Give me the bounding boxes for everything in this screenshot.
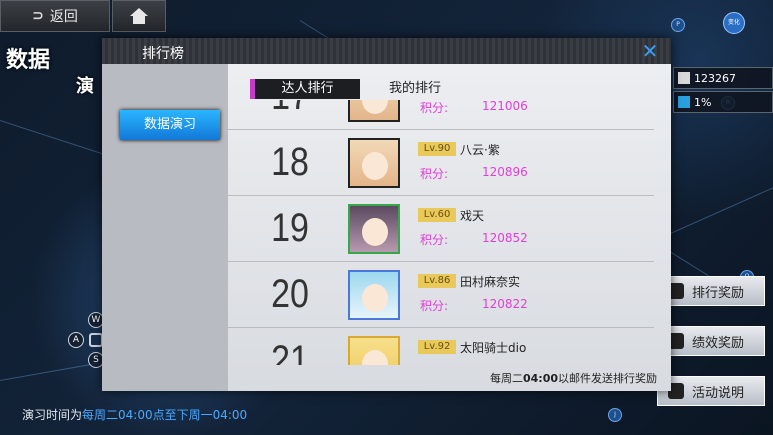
player-name: 田村麻奈实 bbox=[460, 275, 521, 289]
player-avatar bbox=[348, 336, 400, 365]
change-icon[interactable]: 变化 bbox=[723, 12, 745, 34]
player-avatar bbox=[348, 270, 400, 320]
rank-reward-button[interactable]: 排行奖励 bbox=[657, 276, 765, 306]
list-item[interactable]: 17 积分: 121006 bbox=[228, 100, 654, 130]
event-info-button[interactable]: 活动说明 bbox=[657, 376, 765, 406]
dpad-center-icon bbox=[89, 333, 103, 347]
level-badge: Lv.92 bbox=[418, 340, 456, 354]
category-tab-data-exercise[interactable]: 数据演习 bbox=[120, 110, 220, 140]
mode-title-line2: 演 bbox=[76, 76, 94, 97]
tab-expert-rank[interactable]: 达人排行 bbox=[250, 79, 360, 99]
score-value: 120822 bbox=[482, 297, 528, 311]
modal-header: 排行榜 ✕ bbox=[102, 38, 671, 64]
back-label: 返回 bbox=[49, 9, 78, 25]
map-node[interactable]: J bbox=[608, 408, 622, 422]
progress-icon bbox=[678, 96, 690, 108]
currency-icon bbox=[678, 72, 690, 84]
note-pre: 每周二 bbox=[489, 372, 523, 385]
tab-my-rank[interactable]: 我的排行 bbox=[360, 79, 470, 99]
home-icon bbox=[130, 8, 148, 24]
mode-title-line1: 数据 bbox=[6, 48, 51, 73]
mode-title: 数据 演 bbox=[0, 40, 100, 104]
rank-number: 17 bbox=[265, 100, 316, 119]
map-node[interactable]: P bbox=[671, 18, 685, 32]
exercise-time-info: 演习时间为每周二04:00点至下周一04:00 bbox=[22, 406, 247, 423]
stat-progress: 1% bbox=[673, 91, 773, 113]
button-label: 排行奖励 bbox=[692, 285, 745, 301]
reward-note: 每周二04:00以邮件发送排行奖励 bbox=[490, 370, 657, 386]
rank-number: 18 bbox=[271, 140, 309, 184]
player-name: 戏天 bbox=[460, 209, 485, 223]
rank-number: 21 bbox=[271, 338, 309, 365]
score-label: 积分: bbox=[420, 233, 449, 247]
player-name: 八云·紫 bbox=[460, 143, 500, 157]
button-label: 绩效奖励 bbox=[692, 335, 745, 351]
info-highlight: 每周二04:00点至下周一04:00 bbox=[82, 408, 248, 422]
leaderboard-panel: 达人排行 我的排行 17 积分: 121006 18 Lv.90 八云·紫 积分… bbox=[228, 64, 671, 391]
stat-currency: 123267 bbox=[673, 67, 773, 89]
performance-reward-button[interactable]: 绩效奖励 bbox=[657, 326, 765, 356]
note-time: 04:00 bbox=[522, 372, 558, 385]
score-value: 121006 bbox=[482, 100, 528, 113]
score-value: 120852 bbox=[482, 231, 528, 245]
list-item[interactable]: 18 Lv.90 八云·紫 积分: 120896 bbox=[228, 130, 654, 196]
rank-number: 20 bbox=[271, 272, 309, 316]
level-badge: Lv.90 bbox=[418, 142, 456, 156]
score-value: 120896 bbox=[482, 165, 528, 179]
list-item[interactable]: 20 Lv.86 田村麻奈实 积分: 120822 bbox=[228, 262, 654, 328]
score-label: 积分: bbox=[420, 299, 449, 313]
modal-title: 排行榜 bbox=[142, 46, 184, 62]
level-badge: Lv.60 bbox=[418, 208, 456, 222]
info-prefix: 演习时间为 bbox=[22, 408, 83, 422]
list-item[interactable]: 19 Lv.60 戏天 积分: 120852 bbox=[228, 196, 654, 262]
close-icon[interactable]: ✕ bbox=[637, 40, 663, 62]
score-label: 积分: bbox=[420, 101, 449, 115]
home-button[interactable] bbox=[112, 0, 166, 32]
score-label: 积分: bbox=[420, 167, 449, 181]
note-post: 以邮件发送排行奖励 bbox=[558, 372, 657, 385]
player-avatar bbox=[348, 100, 400, 122]
list-item[interactable]: 21 Lv.92 太阳骑士dio bbox=[228, 328, 654, 365]
dpad-left-key[interactable]: A bbox=[68, 332, 84, 348]
button-label: 活动说明 bbox=[692, 385, 745, 401]
level-badge: Lv.86 bbox=[418, 274, 456, 288]
back-arrow-icon: ⊃ bbox=[32, 8, 44, 24]
stat-value: 123267 bbox=[694, 71, 736, 85]
category-sidebar: 数据演习 bbox=[102, 64, 228, 391]
back-button[interactable]: ⊃ 返回 bbox=[0, 0, 110, 32]
leaderboard-modal: 排行榜 ✕ 数据演习 达人排行 我的排行 17 积分: 121006 18 Lv… bbox=[102, 38, 671, 391]
player-avatar bbox=[348, 204, 400, 254]
leaderboard-tabs: 达人排行 我的排行 bbox=[250, 79, 470, 99]
player-avatar bbox=[348, 138, 400, 188]
rank-number: 19 bbox=[271, 206, 309, 250]
player-name: 太阳骑士dio bbox=[460, 341, 527, 355]
rank-list[interactable]: 17 积分: 121006 18 Lv.90 八云·紫 积分: 120896 1… bbox=[228, 100, 671, 365]
stat-value: 1% bbox=[694, 95, 712, 109]
